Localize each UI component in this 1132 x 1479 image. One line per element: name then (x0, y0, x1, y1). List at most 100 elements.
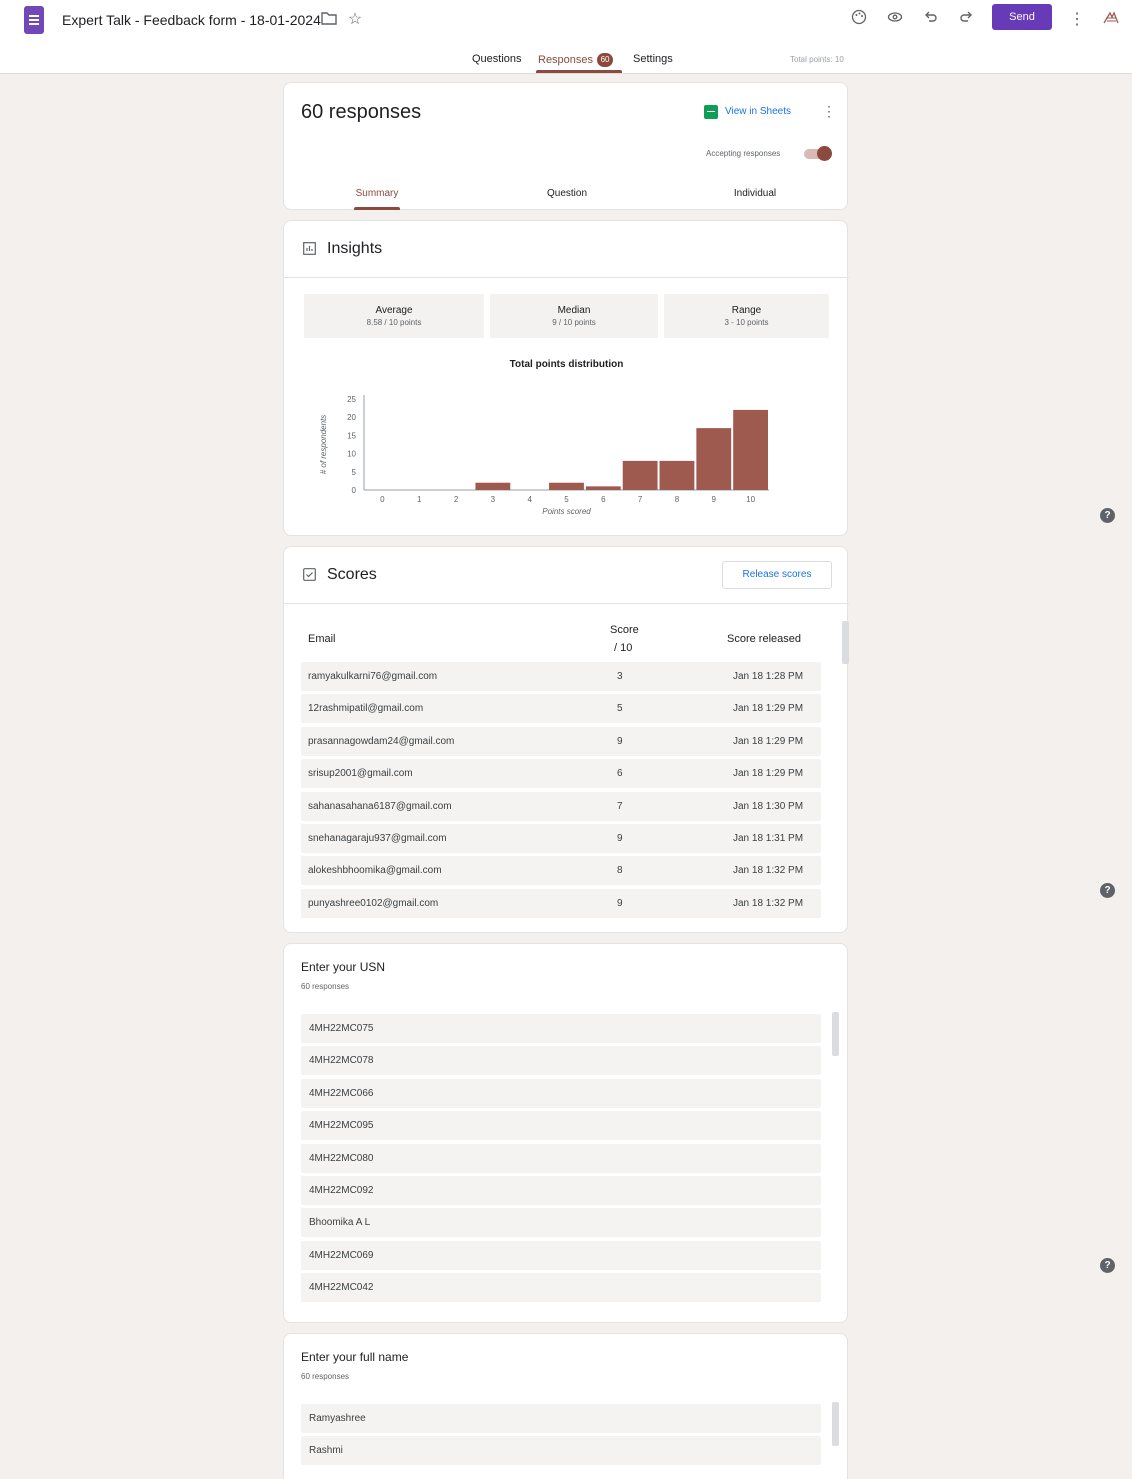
list-item: Ramyashree (301, 1404, 821, 1433)
active-subtab-indicator (354, 207, 400, 210)
undo-icon[interactable] (920, 9, 942, 31)
help-icon[interactable]: ? (1100, 1258, 1115, 1273)
release-scores-button[interactable]: Release scores (722, 561, 832, 589)
help-icon[interactable]: ? (1100, 508, 1115, 523)
y-axis-label: # of respondents (319, 415, 328, 475)
stat-label: Average (375, 305, 413, 316)
chart-title: Total points distribution (509, 359, 624, 370)
column-header-score-max: / 10 (614, 642, 633, 654)
divider (284, 277, 849, 278)
table-row[interactable]: snehanagaraju937@gmail.com 9 Jan 18 1:31 P… (301, 824, 821, 853)
column-header-score-released[interactable]: Score released (727, 633, 801, 645)
table-row[interactable]: ramyakulkarni76@gmail.com 3 Jan 18 1:28 PM (301, 662, 821, 691)
y-tick-label: 20 (347, 413, 356, 422)
row-score: 7 (617, 800, 623, 812)
row-released: Jan 18 1:29 PM (733, 768, 804, 780)
tab-responses[interactable]: Responses 60 (538, 53, 614, 67)
tab-settings[interactable]: Settings (633, 53, 673, 65)
scores-checkbox-icon (303, 568, 316, 586)
scores-title: Scores (327, 566, 377, 583)
subtab-question[interactable]: Question (534, 188, 600, 199)
list-item: Rashmi (301, 1436, 821, 1466)
row-email: ramyakulkarni76@gmail.com (308, 671, 438, 682)
table-row[interactable]: punyashree0102@gmail.com 9 Jan 18 1:32 PM (301, 888, 821, 918)
y-tick-label: 15 (347, 431, 356, 440)
folder-icon[interactable] (318, 10, 340, 32)
question-title: Enter your USN (301, 960, 386, 974)
chart-bar (549, 482, 584, 490)
table-row[interactable]: prasannagowdam24@gmail.com 9 Jan 18 1:29 P… (301, 726, 821, 756)
sheets-icon[interactable] (704, 105, 718, 119)
row-email: sahanasahana6187@gmail.com (308, 800, 452, 812)
scores-scrollbar[interactable] (842, 621, 849, 664)
row-score: 8 (617, 865, 623, 877)
x-tick-label: 5 (564, 495, 569, 504)
toggle-knob[interactable] (817, 146, 832, 161)
x-tick-label: 9 (712, 495, 717, 504)
preview-eye-icon[interactable] (884, 9, 906, 31)
insights-chart-icon (303, 242, 316, 260)
insights-title: Insights (327, 240, 383, 257)
x-tick-label: 10 (746, 495, 755, 504)
row-score: 9 (617, 833, 623, 844)
table-row[interactable]: sahanasahana6187@gmail.com 7 Jan 18 1:30 P… (301, 791, 821, 821)
chart-bar (696, 428, 732, 490)
fullname-question-card: Enter your full name 60 responses Ramyas… (283, 1333, 848, 1479)
list-item: 4MH22MC078 (301, 1046, 821, 1076)
fullname-scrollbar[interactable] (832, 1402, 839, 1446)
more-options-icon[interactable]: ⋮ (822, 103, 836, 120)
divider (284, 603, 849, 604)
help-icon[interactable]: ? (1100, 883, 1115, 898)
x-tick-label: 0 (380, 495, 385, 504)
y-tick-label: 25 (347, 395, 356, 404)
row-released: Jan 18 1:29 PM (733, 703, 804, 715)
chart-bar (585, 486, 621, 490)
row-email: srisup2001@gmail.com (308, 768, 413, 780)
column-header-email[interactable]: Email (308, 633, 336, 645)
scores-card: Scores Release scores Email Score / 10 S… (283, 546, 849, 933)
redo-icon[interactable] (955, 9, 977, 31)
star-icon[interactable]: ☆ (344, 9, 366, 31)
table-row[interactable]: 12rashmipatil@gmail.com 5 Jan 18 1:29 PM (301, 694, 821, 724)
usn-scrollbar[interactable] (832, 1012, 839, 1056)
row-released: Jan 18 1:31 PM (733, 833, 804, 844)
tab-questions[interactable]: Questions (472, 53, 522, 65)
column-header-score[interactable]: Score (610, 624, 639, 636)
accepting-responses-label: Accepting responses (706, 149, 781, 158)
response-count: 60 responses (301, 982, 350, 991)
chart-bar (475, 482, 511, 490)
row-email: snehanagaraju937@gmail.com (308, 833, 447, 844)
row-score: 9 (617, 897, 623, 909)
stat-value: 9 / 10 points (552, 318, 596, 327)
stat-median: Median 9 / 10 points (490, 294, 658, 338)
form-title[interactable]: Expert Talk - Feedback form - 18-01-2024 (62, 12, 321, 28)
row-released: Jan 18 1:32 PM (733, 897, 804, 909)
table-row[interactable]: srisup2001@gmail.com 6 Jan 18 1:29 PM (301, 759, 821, 789)
account-avatar-icon[interactable] (1100, 9, 1122, 31)
insights-card: Insights Average 8.58 / 10 points Median… (283, 220, 849, 536)
send-button[interactable]: Send (992, 4, 1052, 30)
view-in-sheets-link[interactable]: View in Sheets (725, 106, 791, 117)
x-axis-label: Points scored (542, 507, 591, 516)
list-item: 4MH22MC042 (301, 1273, 821, 1303)
table-row[interactable]: alokeshbhoomika@gmail.com 8 Jan 18 1:32 PM (301, 856, 821, 886)
y-tick-label: 5 (352, 468, 357, 477)
question-title: Enter your full name (301, 1350, 409, 1364)
palette-icon[interactable] (848, 9, 870, 31)
x-tick-label: 8 (675, 495, 680, 504)
list-item: 4MH22MC092 (301, 1176, 821, 1205)
stat-label: Median (557, 305, 591, 316)
row-email: punyashree0102@gmail.com (308, 897, 439, 909)
stat-label: Range (731, 305, 762, 316)
total-points-label: Total points: 10 (790, 55, 844, 64)
more-options-icon[interactable]: ⋮ (1066, 9, 1088, 31)
responses-summary-card: 60 responses View in Sheets ⋮ Accepting … (283, 82, 848, 210)
list-item: 4MH22MC080 (301, 1143, 821, 1173)
y-tick-label: 0 (352, 486, 357, 495)
chart-bar (659, 460, 695, 490)
stat-average: Average 8.58 / 10 points (304, 294, 484, 338)
subtab-summary[interactable]: Summary (344, 188, 410, 199)
subtab-individual[interactable]: Individual (722, 188, 788, 199)
forms-logo-icon[interactable] (24, 6, 44, 34)
stat-value: 8.58 / 10 points (366, 318, 422, 327)
